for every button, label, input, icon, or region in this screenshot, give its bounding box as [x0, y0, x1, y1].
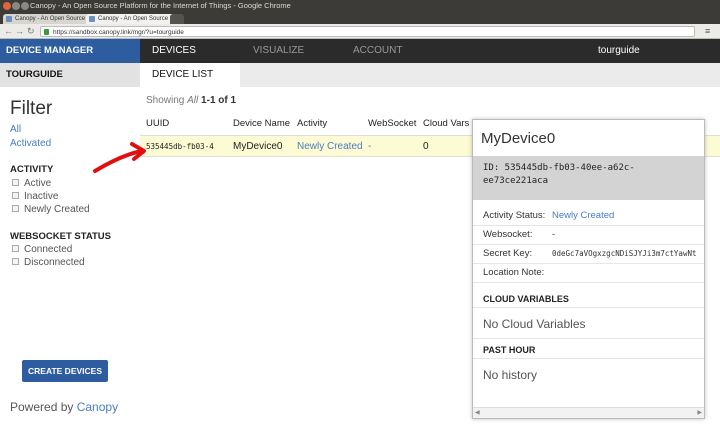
filter-newly-created[interactable]: Newly Created	[12, 204, 90, 215]
reload-icon[interactable]: ↻	[27, 25, 35, 38]
address-bar[interactable]: https://sandbox.canopy.link/mgr/?u=tourg…	[40, 26, 695, 37]
annotation-arrow-icon	[93, 142, 146, 173]
cell-cloud-vars: 0	[423, 141, 429, 152]
filter-newly-created-label: Newly Created	[24, 204, 90, 215]
checkbox[interactable]	[12, 244, 19, 252]
divider	[473, 307, 704, 308]
cell-websocket: -	[368, 141, 372, 152]
browser-tab[interactable]: Canopy - An Open Source ×	[3, 14, 97, 24]
favicon-icon	[89, 16, 95, 22]
device-id-line2: ee73ce221aca	[483, 176, 549, 186]
websocket-label: Websocket:	[483, 229, 533, 240]
browser-toolbar: ← → ↻ https://sandbox.canopy.link/mgr/?u…	[0, 24, 720, 39]
top-nav: DEVICES VISUALIZE ACCOUNT tourguide	[140, 39, 720, 63]
filter-inactive-label: Inactive	[24, 191, 59, 202]
col-cloud-vars[interactable]: Cloud Vars	[423, 114, 469, 134]
results-summary: Showing All 1-1 of 1	[146, 95, 236, 106]
cell-device-name: MyDevice0	[233, 141, 283, 152]
checkbox[interactable]	[12, 178, 19, 186]
history-empty: No history	[483, 368, 538, 382]
canopy-link[interactable]: Canopy	[77, 400, 118, 414]
username[interactable]: tourguide	[598, 39, 640, 63]
window-title: Canopy - An Open Source Platform for the…	[30, 1, 291, 10]
filter-connected[interactable]: Connected	[12, 244, 72, 255]
websocket-heading: WEBSOCKET STATUS	[10, 231, 111, 242]
filter-link-activated[interactable]: Activated	[10, 138, 51, 149]
close-window-icon[interactable]	[3, 2, 11, 10]
nav-devices[interactable]: DEVICES	[152, 39, 196, 63]
divider	[473, 338, 704, 339]
maximize-window-icon[interactable]	[21, 2, 29, 10]
new-tab-button[interactable]	[170, 14, 184, 24]
cell-activity: Newly Created	[297, 141, 363, 152]
filter-link-all[interactable]: All	[10, 124, 21, 135]
browser-tabstrip: Canopy - An Open Source × Canopy - An Op…	[0, 12, 720, 24]
cloud-variables-empty: No Cloud Variables	[483, 317, 586, 331]
col-device-name[interactable]: Device Name	[233, 114, 290, 134]
checkbox[interactable]	[12, 191, 19, 199]
url-text: https://sandbox.canopy.link/mgr/?u=tourg…	[53, 29, 184, 36]
col-activity[interactable]: Activity	[297, 114, 327, 134]
panel-title: MyDevice0	[481, 130, 556, 147]
cloud-variables-heading: CLOUD VARIABLES	[483, 294, 569, 304]
activity-status-row: Activity Status: Newly Created	[473, 206, 704, 226]
showing-range: 1-1 of 1	[201, 95, 237, 106]
location-note-row: Location Note:	[473, 263, 704, 283]
filter-disconnected[interactable]: Disconnected	[12, 257, 85, 268]
window-titlebar: Canopy - An Open Source Platform for the…	[0, 0, 720, 12]
filter-inactive[interactable]: Inactive	[12, 191, 58, 202]
secret-key-row: Secret Key: 0deGc7aVOgxzgcNDiSJYJi3m7ctY…	[473, 244, 704, 264]
showing-prefix: Showing	[146, 95, 185, 106]
activity-status-value: Newly Created	[552, 210, 615, 221]
create-devices-button[interactable]: CREATE DEVICES	[22, 360, 108, 382]
activity-heading: ACTIVITY	[10, 164, 54, 175]
col-uuid[interactable]: UUID	[146, 114, 169, 134]
device-detail-panel: MyDevice0 ID: 535445db-fb03-40ee-a62c- e…	[472, 119, 705, 419]
tab-label: Canopy - An Open Source	[15, 16, 86, 22]
location-note-label: Location Note:	[483, 267, 545, 278]
activity-status-label: Activity Status:	[483, 210, 546, 221]
tab-device-list[interactable]: DEVICE LIST	[140, 63, 240, 87]
filter-active-label: Active	[24, 178, 52, 189]
websocket-row: Websocket: -	[473, 225, 704, 245]
cell-uuid: 535445db-fb03-4	[146, 142, 214, 151]
tab-label: Canopy - An Open Source	[98, 16, 169, 22]
subnav-account[interactable]: TOURGUIDE	[0, 63, 140, 87]
checkbox[interactable]	[12, 204, 19, 212]
websocket-value: -	[552, 229, 556, 240]
favicon-icon	[6, 16, 12, 22]
lock-icon	[44, 29, 49, 35]
filter-disconnected-label: Disconnected	[24, 257, 85, 268]
scroll-right-icon[interactable]: ▶	[697, 409, 702, 416]
filter-active[interactable]: Active	[12, 178, 51, 189]
forward-arrow-icon[interactable]: →	[15, 25, 24, 38]
secret-key-value[interactable]: 0deGc7aVOgxzgcNDiSJYJi3m7ctYawNt	[552, 244, 702, 263]
filter-connected-label: Connected	[24, 244, 73, 255]
col-websocket[interactable]: WebSocket	[368, 114, 416, 134]
nav-visualize[interactable]: VISUALIZE	[253, 39, 304, 63]
minimize-window-icon[interactable]	[12, 2, 20, 10]
device-id-box: ID: 535445db-fb03-40ee-a62c- ee73ce221ac…	[473, 156, 704, 200]
checkbox[interactable]	[12, 257, 19, 265]
powered-by: Powered by Canopy	[10, 400, 118, 414]
secret-key-label: Secret Key:	[483, 248, 533, 259]
powered-by-label: Powered by	[10, 400, 74, 414]
showing-filter: All	[187, 95, 199, 106]
nav-account[interactable]: ACCOUNT	[353, 39, 402, 63]
device-id-line1: ID: 535445db-fb03-40ee-a62c-	[483, 163, 635, 173]
app-brand[interactable]: DEVICE MANAGER	[0, 39, 140, 63]
menu-icon[interactable]: ≡	[705, 27, 710, 36]
scroll-left-icon[interactable]: ◀	[475, 409, 480, 416]
horizontal-scrollbar[interactable]: ◀ ▶	[473, 407, 704, 418]
browser-tab-active[interactable]: Canopy - An Open Source ×	[86, 14, 180, 24]
filter-title: Filter	[10, 98, 53, 119]
subnav-bar	[240, 63, 720, 87]
past-hour-heading: PAST HOUR	[483, 345, 536, 355]
back-arrow-icon[interactable]: ←	[4, 25, 13, 38]
divider	[473, 358, 704, 359]
